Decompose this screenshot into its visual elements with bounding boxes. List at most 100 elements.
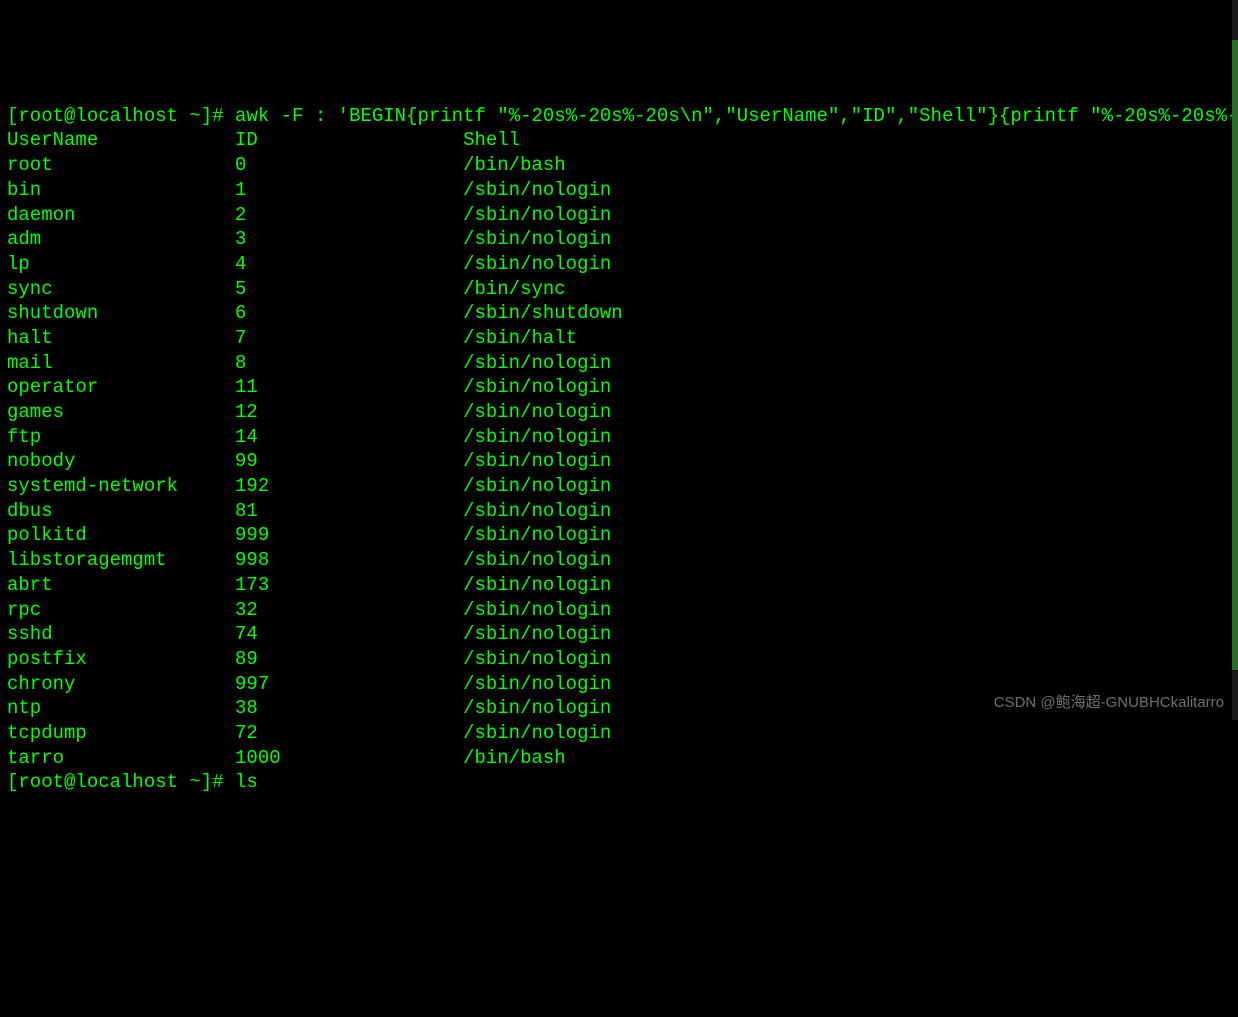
cell-id: 4 — [235, 252, 463, 277]
cell-username: lp — [7, 252, 235, 277]
cell-id: 6 — [235, 301, 463, 326]
cell-username: chrony — [7, 672, 235, 697]
cell-id: 38 — [235, 696, 463, 721]
cell-shell: /sbin/nologin — [463, 499, 691, 524]
table-row: libstoragemgmt998/sbin/nologin — [7, 549, 691, 571]
prompt-line-1: [root@localhost ~]# awk -F : 'BEGIN{prin… — [7, 105, 1238, 127]
cell-id: 11 — [235, 375, 463, 400]
table-header-row: UserNameIDShell — [7, 129, 691, 151]
cell-id: 0 — [235, 153, 463, 178]
cell-id: 998 — [235, 548, 463, 573]
cell-username: postfix — [7, 647, 235, 672]
cell-shell: /sbin/nologin — [463, 449, 691, 474]
prompt-prefix: [root@localhost ~]# — [7, 105, 235, 127]
cell-username: libstoragemgmt — [7, 548, 235, 573]
cell-username: tcpdump — [7, 721, 235, 746]
cell-shell: /sbin/nologin — [463, 227, 691, 252]
cell-username: nobody — [7, 449, 235, 474]
cell-username: adm — [7, 227, 235, 252]
cell-id: 14 — [235, 425, 463, 450]
cell-username: games — [7, 400, 235, 425]
cell-username: ntp — [7, 696, 235, 721]
cell-username: ftp — [7, 425, 235, 450]
cell-id: 997 — [235, 672, 463, 697]
header-username: UserName — [7, 128, 235, 153]
cell-id: 192 — [235, 474, 463, 499]
command-text: ls — [235, 771, 258, 793]
terminal[interactable]: [root@localhost ~]# awk -F : 'BEGIN{prin… — [7, 104, 1231, 795]
cell-username: root — [7, 153, 235, 178]
table-row: adm3/sbin/nologin — [7, 228, 691, 250]
table-row: root0/bin/bash — [7, 154, 691, 176]
cell-shell: /bin/bash — [463, 153, 691, 178]
cell-id: 74 — [235, 622, 463, 647]
cell-username: operator — [7, 375, 235, 400]
cell-shell: /sbin/halt — [463, 326, 691, 351]
table-row: rpc32/sbin/nologin — [7, 599, 691, 621]
cell-id: 72 — [235, 721, 463, 746]
header-shell: Shell — [463, 128, 691, 153]
cell-username: sync — [7, 277, 235, 302]
watermark: CSDN @鲍海超-GNUBHCkalitarro — [994, 693, 1224, 713]
cell-shell: /sbin/nologin — [463, 252, 691, 277]
table-row: systemd-network192/sbin/nologin — [7, 475, 691, 497]
prompt-prefix: [root@localhost ~]# — [7, 771, 235, 793]
cell-id: 7 — [235, 326, 463, 351]
cell-shell: /sbin/nologin — [463, 696, 691, 721]
table-row: games12/sbin/nologin — [7, 401, 691, 423]
cell-shell: /sbin/nologin — [463, 351, 691, 376]
cell-username: bin — [7, 178, 235, 203]
cell-shell: /sbin/nologin — [463, 523, 691, 548]
cell-shell: /sbin/nologin — [463, 622, 691, 647]
cell-id: 81 — [235, 499, 463, 524]
cell-username: mail — [7, 351, 235, 376]
table-row: chrony997/sbin/nologin — [7, 673, 691, 695]
cell-username: abrt — [7, 573, 235, 598]
cell-shell: /bin/bash — [463, 746, 691, 771]
cell-id: 8 — [235, 351, 463, 376]
table-row: bin1/sbin/nologin — [7, 179, 691, 201]
cell-shell: /sbin/nologin — [463, 548, 691, 573]
cell-shell: /sbin/nologin — [463, 375, 691, 400]
table-row: daemon2/sbin/nologin — [7, 204, 691, 226]
cell-shell: /sbin/nologin — [463, 647, 691, 672]
cell-shell: /sbin/nologin — [463, 721, 691, 746]
cell-username: halt — [7, 326, 235, 351]
cell-id: 89 — [235, 647, 463, 672]
cell-id: 1 — [235, 178, 463, 203]
cell-username: sshd — [7, 622, 235, 647]
table-row: lp4/sbin/nologin — [7, 253, 691, 275]
cell-shell: /sbin/nologin — [463, 203, 691, 228]
table-row: mail8/sbin/nologin — [7, 352, 691, 374]
cell-shell: /sbin/nologin — [463, 178, 691, 203]
cell-id: 999 — [235, 523, 463, 548]
scrollbar-track[interactable] — [1232, 0, 1238, 720]
table-row: ntp38/sbin/nologin — [7, 697, 691, 719]
cell-shell: /sbin/nologin — [463, 672, 691, 697]
table-row: tcpdump72/sbin/nologin — [7, 722, 691, 744]
table-body: root0/bin/bash bin1/sbin/nologin daemon2… — [7, 153, 1231, 770]
cell-shell: /sbin/nologin — [463, 573, 691, 598]
scrollbar-thumb[interactable] — [1232, 40, 1238, 670]
cell-shell: /sbin/nologin — [463, 474, 691, 499]
cell-shell: /bin/sync — [463, 277, 691, 302]
cell-username: shutdown — [7, 301, 235, 326]
cell-username: dbus — [7, 499, 235, 524]
cell-id: 3 — [235, 227, 463, 252]
cell-id: 173 — [235, 573, 463, 598]
table-row: ftp14/sbin/nologin — [7, 426, 691, 448]
cell-shell: /sbin/nologin — [463, 598, 691, 623]
prompt-line-2: [root@localhost ~]# ls — [7, 771, 258, 793]
table-row: operator11/sbin/nologin — [7, 376, 691, 398]
cell-id: 1000 — [235, 746, 463, 771]
command-text: awk -F : 'BEGIN{printf "%-20s%-20s%-20s\… — [235, 105, 1238, 127]
table-row: abrt173/sbin/nologin — [7, 574, 691, 596]
cell-shell: /sbin/nologin — [463, 400, 691, 425]
cell-id: 32 — [235, 598, 463, 623]
table-row: polkitd999/sbin/nologin — [7, 524, 691, 546]
table-row: sshd74/sbin/nologin — [7, 623, 691, 645]
cell-username: polkitd — [7, 523, 235, 548]
table-row: halt7/sbin/halt — [7, 327, 691, 349]
table-row: postfix89/sbin/nologin — [7, 648, 691, 670]
cell-id: 5 — [235, 277, 463, 302]
